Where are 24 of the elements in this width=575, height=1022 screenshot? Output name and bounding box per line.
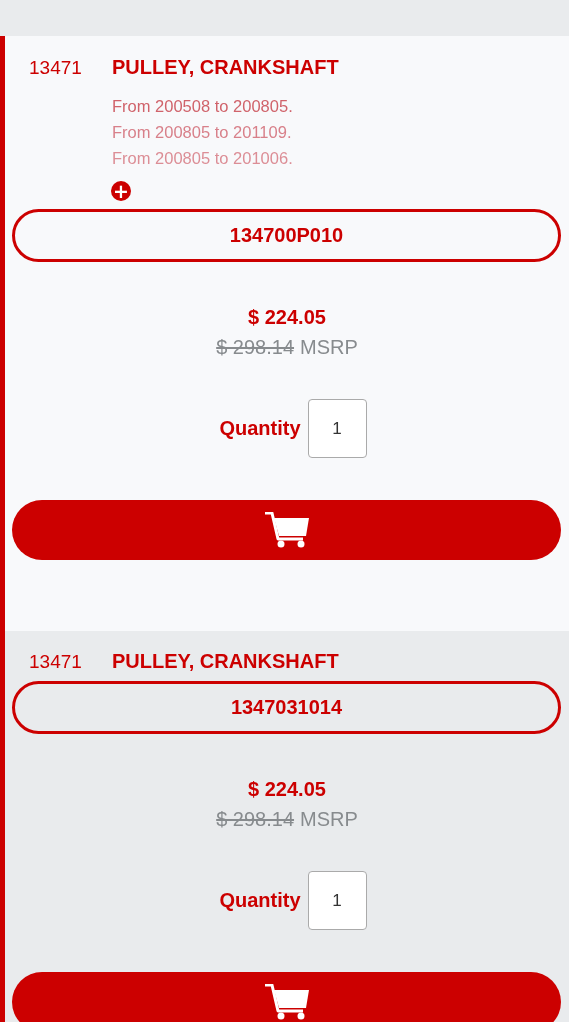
fitment-note: From 200805 to 201109. bbox=[112, 122, 293, 143]
part-name: PULLEY, CRANKSHAFT bbox=[112, 650, 339, 673]
cart-icon bbox=[264, 512, 309, 548]
reference-number: 13471 bbox=[29, 651, 83, 673]
part-number-button[interactable]: 134700P010 bbox=[12, 209, 561, 262]
part-number-button[interactable]: 1347031014 bbox=[12, 681, 561, 734]
sale-price: $ 224.05 bbox=[247, 305, 327, 330]
msrp-label: MSRP bbox=[300, 808, 358, 830]
add-to-cart-button[interactable] bbox=[12, 972, 561, 1022]
quantity-field[interactable]: 1 bbox=[307, 399, 367, 458]
fitment-note: From 200508 to 200805. bbox=[112, 96, 294, 117]
msrp-label: MSRP bbox=[300, 336, 358, 358]
reference-number: 13471 bbox=[29, 57, 83, 79]
quantity-field[interactable]: 1 bbox=[307, 871, 367, 930]
list-price: $ 298.14 bbox=[216, 336, 295, 358]
list-price: $ 298.14 bbox=[216, 808, 295, 830]
quantity-label: Quantity bbox=[219, 417, 301, 440]
quantity-label: Quantity bbox=[219, 889, 301, 912]
cart-icon bbox=[264, 984, 309, 1020]
part-name: PULLEY, CRANKSHAFT bbox=[112, 56, 339, 79]
fitment-note: From 200805 to 201006. bbox=[112, 148, 294, 169]
sale-price: $ 224.05 bbox=[247, 777, 327, 802]
add-to-cart-button[interactable] bbox=[12, 500, 561, 560]
expand-button[interactable]: + bbox=[111, 181, 131, 201]
